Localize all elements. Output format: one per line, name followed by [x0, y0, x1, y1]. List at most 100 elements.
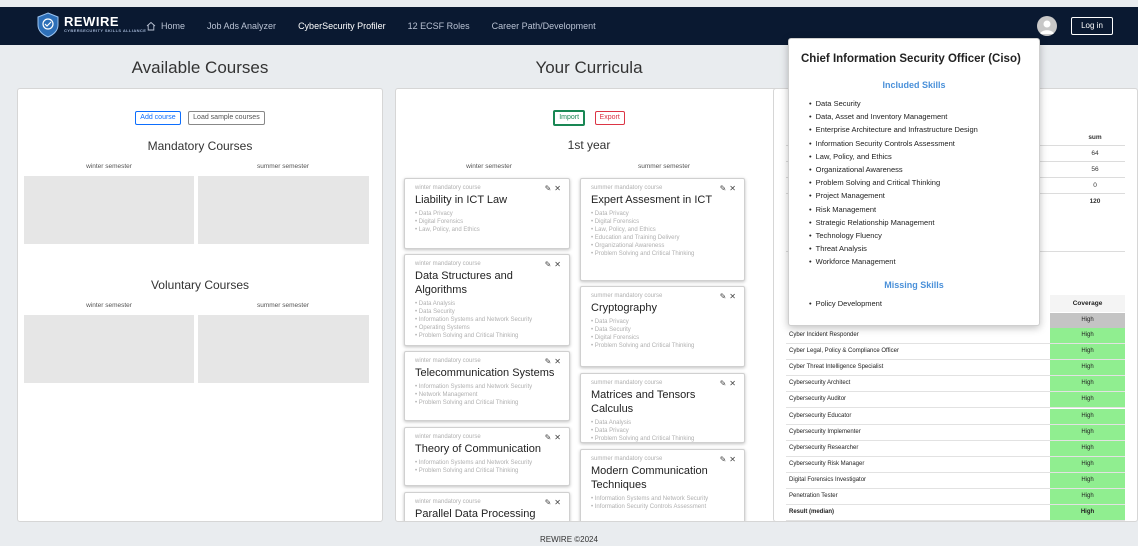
nav-ecsf-roles[interactable]: 12 ECSF Roles	[408, 21, 470, 31]
edit-icon[interactable]: ✎	[545, 433, 552, 442]
edit-icon[interactable]: ✎	[545, 498, 552, 507]
role-coverage: High	[1050, 376, 1125, 391]
mandatory-courses-title: Mandatory Courses	[147, 139, 253, 153]
close-icon[interactable]: ✕	[554, 498, 561, 507]
edit-icon[interactable]: ✎	[545, 184, 552, 193]
course-card[interactable]: ✎ ✕ winter mandatory course Liability in …	[404, 178, 570, 249]
table-row[interactable]: Digital Forensics Investigator High	[786, 473, 1125, 489]
course-skill: • Data Privacy	[591, 211, 629, 217]
skill-item: Information Security Controls Assessment	[809, 137, 978, 150]
role-coverage: High	[1050, 392, 1125, 407]
course-card[interactable]: ✎ ✕ summer mandatory course Modern Commun…	[580, 449, 745, 521]
close-icon[interactable]: ✕	[729, 184, 736, 193]
footer: REWIRE ©2024	[540, 535, 598, 544]
load-sample-courses-button[interactable]: Load sample courses	[188, 111, 265, 125]
login-button[interactable]: Log in	[1071, 17, 1113, 35]
course-type: summer mandatory course	[591, 380, 663, 386]
nav-career-path[interactable]: Career Path/Development	[492, 21, 596, 31]
brand-logo[interactable]: REWIRE CYBERSECURITY SKILLS ALLIANCE	[36, 12, 146, 38]
course-skill: • Problem Solving and Critical Thinking	[591, 343, 695, 349]
course-type: winter mandatory course	[415, 358, 481, 364]
course-card[interactable]: ✎ ✕ winter mandatory course Parallel Data…	[404, 492, 570, 521]
table-row-result[interactable]: Result (median) High	[786, 505, 1125, 521]
close-icon[interactable]: ✕	[554, 433, 561, 442]
course-skill: • Data Privacy	[591, 428, 629, 434]
mandatory-summer-dropzone[interactable]	[198, 176, 369, 244]
course-type: winter mandatory course	[415, 261, 481, 267]
course-skill: • Problem Solving and Critical Thinking	[591, 436, 695, 442]
role-name: Cybersecurity Researcher	[789, 445, 859, 451]
course-type: winter mandatory course	[415, 499, 481, 505]
close-icon[interactable]: ✕	[729, 455, 736, 464]
course-card[interactable]: ✎ ✕ winter mandatory course Telecommunica…	[404, 351, 570, 421]
nav-menu: Home Job Ads Analyzer CyberSecurity Prof…	[146, 7, 618, 45]
import-button[interactable]: Import	[553, 110, 586, 126]
course-skill: • Information Security Controls Assessme…	[591, 504, 707, 510]
course-skill: • Operating Systems	[415, 325, 470, 331]
course-type: winter mandatory course	[415, 434, 481, 440]
edit-icon[interactable]: ✎	[545, 357, 552, 366]
course-title: Data Structures and Algorithms	[415, 270, 513, 296]
sum-value: 64	[1091, 150, 1099, 157]
close-icon[interactable]: ✕	[729, 379, 736, 388]
course-type: summer mandatory course	[591, 293, 663, 299]
edit-icon[interactable]: ✎	[545, 260, 552, 269]
edit-icon[interactable]: ✎	[720, 379, 727, 388]
table-row[interactable]: Cybersecurity Implementer High	[786, 425, 1125, 441]
course-card[interactable]: ✎ ✕ summer mandatory course Cryptography …	[580, 286, 745, 367]
your-curricula-title: Your Curricula	[535, 58, 643, 77]
nav-cybersecurity-profiler[interactable]: CyberSecurity Profiler	[298, 21, 386, 31]
course-card[interactable]: ✎ ✕ winter mandatory course Theory of Com…	[404, 427, 570, 486]
home-icon	[146, 21, 156, 31]
nav-job-ads-analyzer[interactable]: Job Ads Analyzer	[207, 21, 276, 31]
table-row[interactable]: Cybersecurity Educator High	[786, 409, 1125, 425]
course-skill: • Information Systems and Network Securi…	[415, 460, 533, 466]
close-icon[interactable]: ✕	[729, 292, 736, 301]
skill-item: Policy Development	[809, 297, 882, 310]
nav-home[interactable]: Home	[146, 21, 185, 31]
add-course-button[interactable]: Add course	[135, 111, 181, 125]
avatar[interactable]	[1037, 16, 1057, 36]
table-row[interactable]: Cybersecurity Auditor High	[786, 392, 1125, 408]
brand-subtitle: CYBERSECURITY SKILLS ALLIANCE	[64, 28, 147, 33]
available-courses-panel: Add course Load sample courses Mandatory…	[17, 88, 383, 522]
course-title: Cryptography	[591, 302, 658, 314]
table-row[interactable]: Penetration Tester High	[786, 489, 1125, 505]
mandatory-winter-dropzone[interactable]	[24, 176, 194, 244]
edit-icon[interactable]: ✎	[720, 292, 727, 301]
table-row[interactable]: Cybersecurity Risk Manager High	[786, 457, 1125, 473]
role-coverage: High	[1050, 457, 1125, 472]
table-row[interactable]: Cyber Legal, Policy & Compliance Officer…	[786, 344, 1125, 360]
edit-icon[interactable]: ✎	[720, 455, 727, 464]
skill-item: Organizational Awareness	[809, 163, 978, 176]
course-skill: • Problem Solving and Critical Thinking	[591, 251, 695, 257]
curricula-summer-label: summer semester	[637, 163, 690, 170]
role-coverage: High	[1050, 489, 1125, 504]
voluntary-winter-dropzone[interactable]	[24, 315, 194, 383]
course-skill: • Data Security	[591, 327, 631, 333]
course-card[interactable]: ✎ ✕ winter mandatory course Data Structur…	[404, 254, 570, 346]
available-courses-title: Available Courses	[131, 58, 269, 77]
close-icon[interactable]: ✕	[554, 260, 561, 269]
skill-item: Workforce Management	[809, 255, 978, 268]
course-skill: • Problem Solving and Critical Thinking	[415, 333, 519, 339]
table-row[interactable]: Cybersecurity Researcher High	[786, 441, 1125, 457]
course-skill: • Information Systems and Network Securi…	[415, 317, 533, 323]
table-row[interactable]: Cyber Threat Intelligence Specialist High	[786, 360, 1125, 376]
course-card[interactable]: ✎ ✕ summer mandatory course Expert Assesm…	[580, 178, 745, 281]
table-row[interactable]: Cyber Incident Responder High	[786, 328, 1125, 344]
voluntary-winter-label: winter semester	[86, 302, 132, 309]
skill-item: Law, Policy, and Ethics	[809, 150, 978, 163]
table-row[interactable]: Cybersecurity Architect High	[786, 376, 1125, 392]
role-coverage: High	[1050, 409, 1125, 424]
shield-logo-icon	[37, 12, 59, 38]
export-button[interactable]: Export	[594, 111, 625, 125]
course-card[interactable]: ✎ ✕ summer mandatory course Matrices and …	[580, 373, 745, 443]
edit-icon[interactable]: ✎	[720, 184, 727, 193]
sum-value: 0	[1093, 182, 1097, 189]
close-icon[interactable]: ✕	[554, 357, 561, 366]
skill-item: Data Security	[809, 97, 978, 110]
voluntary-summer-dropzone[interactable]	[198, 315, 369, 383]
role-coverage: High	[1050, 425, 1125, 440]
close-icon[interactable]: ✕	[554, 184, 561, 193]
